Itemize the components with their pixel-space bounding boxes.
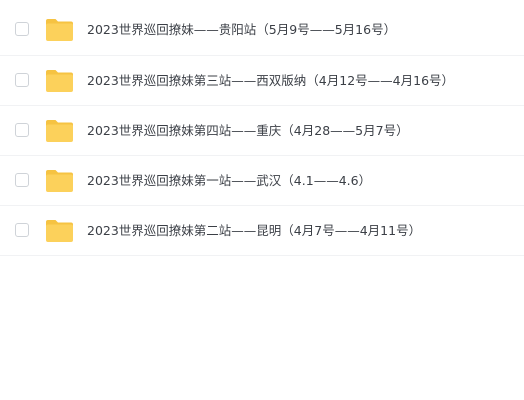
select-checkbox[interactable] <box>15 22 29 36</box>
file-name[interactable]: 2023世界巡回撩妹——贵阳站（5月9号——5月16号） <box>87 22 396 38</box>
file-name[interactable]: 2023世界巡回撩妹第四站——重庆（4月28——5月7号） <box>87 123 409 139</box>
folder-icon <box>46 220 73 242</box>
list-item[interactable]: 2023世界巡回撩妹第四站——重庆（4月28——5月7号） <box>0 106 524 156</box>
select-checkbox[interactable] <box>15 123 29 137</box>
file-list: 2023世界巡回撩妹——贵阳站（5月9号——5月16号） 2023世界巡回撩妹第… <box>0 0 524 256</box>
list-item[interactable]: 2023世界巡回撩妹第三站——西双版纳（4月12号——4月16号） <box>0 56 524 106</box>
file-name[interactable]: 2023世界巡回撩妹第二站——昆明（4月7号——4月11号） <box>87 223 421 239</box>
select-checkbox[interactable] <box>15 223 29 237</box>
folder-icon <box>46 19 73 41</box>
folder-icon <box>46 70 73 92</box>
select-checkbox[interactable] <box>15 73 29 87</box>
list-item[interactable]: 2023世界巡回撩妹第二站——昆明（4月7号——4月11号） <box>0 206 524 256</box>
list-item[interactable]: 2023世界巡回撩妹第一站——武汉（4.1——4.6） <box>0 156 524 206</box>
folder-icon <box>46 120 73 142</box>
file-name[interactable]: 2023世界巡回撩妹第三站——西双版纳（4月12号——4月16号） <box>87 73 454 89</box>
list-item[interactable]: 2023世界巡回撩妹——贵阳站（5月9号——5月16号） <box>0 0 524 56</box>
file-name[interactable]: 2023世界巡回撩妹第一站——武汉（4.1——4.6） <box>87 173 371 189</box>
select-checkbox[interactable] <box>15 173 29 187</box>
folder-icon <box>46 170 73 192</box>
